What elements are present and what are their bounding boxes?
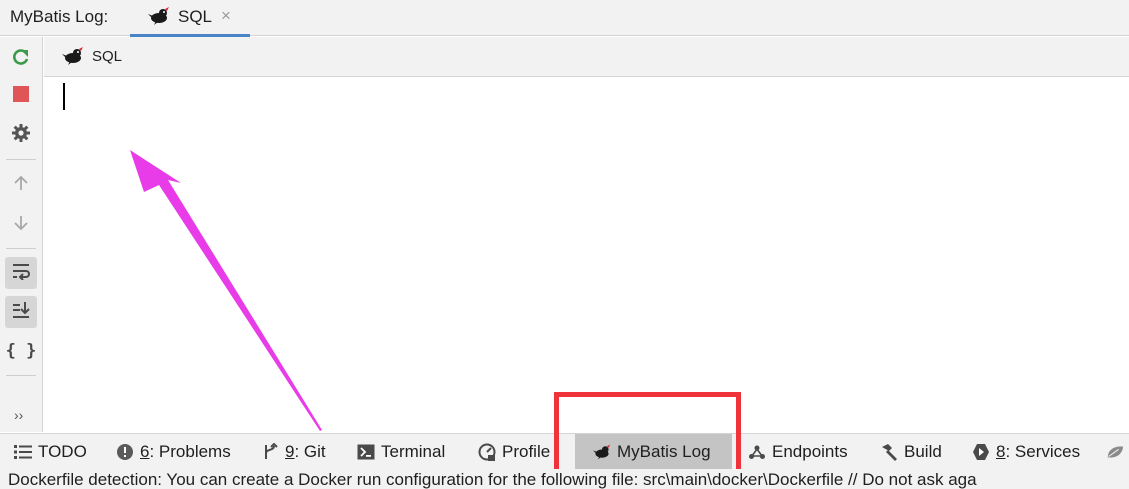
- leaf-icon: [1106, 443, 1124, 461]
- settings-icon: [11, 123, 31, 148]
- up-arrow-icon: [12, 174, 30, 197]
- mybatis-log-tool-button[interactable]: MyBatis Log: [575, 434, 732, 470]
- more-actions-icon[interactable]: ››: [14, 407, 23, 423]
- services-label: 8: Services: [996, 442, 1080, 462]
- next-occurrence-button[interactable]: [5, 209, 37, 241]
- rerun-icon: [11, 47, 31, 72]
- build-label: Build: [904, 442, 942, 461]
- hammer-icon: [880, 443, 898, 461]
- terminal-tool-button[interactable]: Terminal: [351, 434, 451, 470]
- problems-tool-button[interactable]: 6: Problems: [110, 434, 237, 470]
- profiler-label: Profile: [502, 442, 551, 461]
- mybatis-bird-icon: [593, 443, 611, 461]
- services-tool-button[interactable]: 8: Services: [966, 434, 1086, 470]
- profiler-tool-button[interactable]: Profile: [472, 434, 556, 470]
- status-message[interactable]: Dockerfile detection: You can create a D…: [8, 470, 977, 489]
- endpoints-icon: [748, 443, 766, 461]
- console-tab-label: SQL: [92, 48, 123, 65]
- list-icon: [14, 443, 32, 461]
- profiler-icon: [478, 443, 496, 461]
- todo-label: TODO: [38, 442, 87, 461]
- format-json-button[interactable]: { }: [5, 335, 37, 367]
- stop-icon: [13, 85, 29, 107]
- toolbar-separator: [6, 159, 36, 160]
- services-text: : Services: [1005, 442, 1081, 461]
- toolbar-separator: [6, 375, 36, 376]
- warning-icon: [116, 443, 134, 461]
- soft-wrap-icon: [11, 262, 31, 285]
- tool-window-bar: TODO 6: Problems 9: Git Terminal Profile…: [0, 433, 1129, 470]
- stop-button[interactable]: [5, 80, 37, 112]
- git-label: 9: Git: [285, 442, 326, 462]
- soft-wrap-button[interactable]: [5, 257, 37, 289]
- status-bar: Dockerfile detection: You can create a D…: [0, 469, 1129, 489]
- endpoints-tool-button[interactable]: Endpoints: [742, 434, 854, 470]
- git-branch-icon: [261, 443, 279, 461]
- settings-button[interactable]: [5, 119, 37, 151]
- console-tab-bar: SQL: [44, 37, 1129, 77]
- braces-icon: { }: [5, 341, 37, 361]
- toolbar-separator: [6, 248, 36, 249]
- mybatis-bird-icon: [148, 6, 170, 31]
- down-arrow-icon: [12, 214, 30, 237]
- rerun-button[interactable]: [5, 43, 37, 75]
- problems-text: : Problems: [149, 442, 231, 461]
- scroll-to-end-icon: [11, 301, 31, 324]
- previous-occurrence-button[interactable]: [5, 169, 37, 201]
- mybatis-bird-icon: [62, 46, 84, 71]
- text-caret: [63, 83, 65, 110]
- tool-window-header: MyBatis Log: SQL ×: [0, 0, 1129, 37]
- tab-sql[interactable]: SQL ×: [130, 0, 250, 37]
- problems-label: 6: Problems: [140, 442, 231, 462]
- endpoints-label: Endpoints: [772, 442, 848, 461]
- terminal-icon: [357, 443, 375, 461]
- mybatis-log-label: MyBatis Log: [617, 442, 711, 461]
- spring-tool-button[interactable]: [1100, 434, 1129, 470]
- close-icon[interactable]: ×: [221, 6, 231, 26]
- services-icon: [972, 443, 990, 461]
- tool-window-title: MyBatis Log:: [10, 7, 109, 26]
- todo-tool-button[interactable]: TODO: [8, 434, 93, 470]
- scroll-to-end-button[interactable]: [5, 296, 37, 328]
- console-toolbar: { } ››: [0, 37, 43, 432]
- tab-label: SQL: [178, 7, 213, 26]
- git-tool-button[interactable]: 9: Git: [255, 434, 332, 470]
- console-output[interactable]: [44, 78, 1129, 432]
- build-tool-button[interactable]: Build: [874, 434, 948, 470]
- git-text: : Git: [294, 442, 326, 461]
- terminal-label: Terminal: [381, 442, 446, 461]
